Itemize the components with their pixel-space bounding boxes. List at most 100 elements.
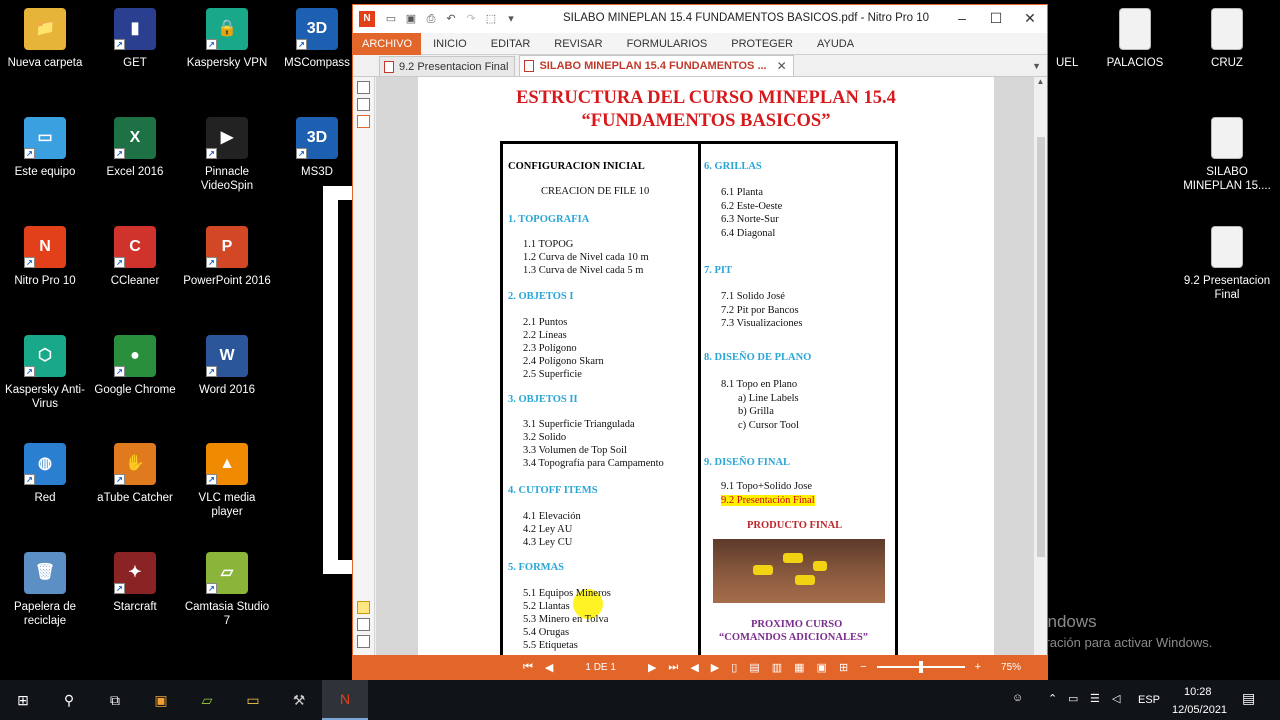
vertical-scrollbar[interactable]: ▲	[1034, 77, 1047, 655]
ribbon-tab-revisar[interactable]: REVISAR	[542, 33, 614, 55]
zoom-slider[interactable]	[876, 661, 965, 673]
desktop-icon[interactable]: 🔒 ↗ Kaspersky VPN	[182, 8, 272, 70]
ribbon-tab-formularios[interactable]: FORMULARIOS	[615, 33, 720, 55]
desktop-icon[interactable]: 3D ↗ MS3D	[272, 117, 362, 179]
people-icon[interactable]: ☺	[1012, 692, 1023, 704]
desktop-icon[interactable]: ⬡ ↗ Kaspersky Anti-Virus	[0, 335, 90, 411]
close-button[interactable]: ✕	[1013, 5, 1047, 33]
desktop-icon[interactable]: X ↗ Excel 2016	[90, 117, 180, 179]
fit-page-icon[interactable]: ▣	[817, 661, 827, 674]
ribbon-tab-editar[interactable]: EDITAR	[479, 33, 543, 55]
undo-icon[interactable]: ↶	[444, 13, 458, 25]
attachments-panel-icon[interactable]	[357, 618, 370, 631]
desktop-icon[interactable]: PALACIOS	[1090, 8, 1180, 70]
continuous-view-icon[interactable]: ▤	[749, 661, 759, 674]
single-page-icon[interactable]: ▯	[731, 661, 737, 674]
zoom-out-icon[interactable]: −	[860, 661, 866, 673]
tab-label: 9.2 Presentacion Final	[399, 60, 509, 73]
desktop-icon[interactable]: ✦ ↗ Starcraft	[90, 552, 180, 614]
desktop-icon[interactable]: ◍ ↗ Red	[0, 443, 90, 505]
scrollbar-thumb[interactable]	[1037, 137, 1045, 557]
facing-view-icon[interactable]: ▥	[772, 661, 782, 674]
shortcut-arrow-icon: ↗	[114, 474, 125, 485]
zoom-slider-thumb[interactable]	[918, 661, 923, 673]
page-indicator[interactable]: 1 DE 1	[585, 662, 616, 673]
ribbon-tab-ayuda[interactable]: AYUDA	[805, 33, 866, 55]
clock-date[interactable]: 12/05/2021	[1172, 704, 1227, 716]
clock-time[interactable]: 10:28	[1184, 686, 1212, 698]
notifications-icon[interactable]: ▤	[1242, 690, 1255, 707]
last-page-icon[interactable]: ⏭	[668, 661, 678, 674]
zoom-in-icon[interactable]: +	[975, 661, 981, 673]
ribbon-tab-archivo[interactable]: ARCHIVO	[353, 32, 422, 55]
desktop-icon[interactable]: P ↗ PowerPoint 2016	[182, 226, 272, 288]
nitro-window[interactable]: N ▭ ▣ ⎙ ↶ ↷ ⬚ ▾ SILABO MINEPLAN 15.4 FUN…	[352, 4, 1048, 680]
desktop-icon-label: Kaspersky Anti-Virus	[5, 384, 85, 410]
first-page-icon[interactable]: ⏮	[523, 661, 533, 674]
desktop-icon[interactable]: ● ↗ Google Chrome	[90, 335, 180, 397]
file-explorer-icon[interactable]: ▭	[230, 680, 276, 720]
battery-icon[interactable]: ▭	[1068, 692, 1078, 705]
desktop-icon[interactable]: 📁 Nueva carpeta	[0, 8, 90, 70]
open-icon[interactable]: ▭	[384, 13, 398, 25]
desktop-icon[interactable]: ▭ ↗ Este equipo	[0, 117, 90, 179]
desktop-icon[interactable]: N ↗ Nitro Pro 10	[0, 226, 90, 288]
desktop-icon[interactable]: 🗑 Papelera de reciclaje	[0, 552, 90, 628]
desktop-icon[interactable]: ▶ ↗ Pinnacle VideoSpin	[182, 117, 272, 193]
camtasia-taskbar-icon[interactable]: ▱	[184, 680, 230, 720]
desktop-icon[interactable]: ▲ ↗ VLC media player	[182, 443, 272, 519]
close-tab-icon[interactable]: ✕	[777, 56, 787, 76]
outline-item: 5.4 Orugas	[523, 627, 570, 638]
tabs-dropdown-icon[interactable]: ▼	[1032, 61, 1041, 71]
task-view-icon[interactable]: ⧉	[92, 680, 138, 720]
print-icon[interactable]: ⎙	[424, 13, 438, 25]
tab-silabo-mineplan[interactable]: SILABO MINEPLAN 15.4 FUNDAMENTOS ... ✕	[519, 55, 794, 76]
title-bar[interactable]: N ▭ ▣ ⎙ ↶ ↷ ⬚ ▾ SILABO MINEPLAN 15.4 FUN…	[353, 5, 1047, 33]
document-viewport[interactable]: ESTRUCTURA DEL CURSO MINEPLAN 15.4 “FUND…	[376, 77, 1036, 655]
zoom-level[interactable]: 75%	[1001, 662, 1021, 673]
start-button[interactable]: ⊞	[0, 680, 46, 720]
desktop-icon[interactable]: SILABO MINEPLAN 15....	[1182, 117, 1272, 193]
nitro-app-icon[interactable]: N	[359, 11, 375, 27]
desktop-icon[interactable]: ▮ ↗ GET	[90, 8, 180, 70]
pages-panel-icon[interactable]	[357, 81, 370, 94]
desktop-icon[interactable]: C ↗ CCleaner	[90, 226, 180, 288]
outline-item: 2.3 Polígono	[523, 343, 577, 354]
redo-icon[interactable]: ↷	[464, 13, 478, 25]
pinnacle-taskbar-icon[interactable]: ▣	[138, 680, 184, 720]
forward-view-icon[interactable]: ▶	[711, 661, 719, 674]
desktop-icon[interactable]: W ↗ Word 2016	[182, 335, 272, 397]
maximize-button[interactable]: ☐	[979, 5, 1013, 33]
desktop-icon-label: Este equipo	[14, 166, 76, 178]
save-icon[interactable]: ▣	[404, 13, 418, 25]
ribbon-tab-inicio[interactable]: INICIO	[421, 33, 479, 55]
output-panel-icon[interactable]	[357, 635, 370, 648]
language-indicator[interactable]: ESP	[1138, 694, 1160, 706]
back-view-icon[interactable]: ◀	[690, 661, 698, 674]
fit-width-icon[interactable]: ⊞	[839, 661, 848, 674]
tab-presentacion-final[interactable]: 9.2 Presentacion Final	[379, 56, 516, 76]
next-page-icon[interactable]: ▶	[648, 661, 656, 674]
comments-panel-icon[interactable]	[357, 601, 370, 614]
desktop-icon[interactable]: 3D ↗ MSCompass	[272, 8, 362, 70]
search-icon[interactable]: ⚲	[46, 680, 92, 720]
doc-title-line1: ESTRUCTURA DEL CURSO MINEPLAN 15.4	[516, 88, 896, 108]
facing-continuous-icon[interactable]: ▦	[794, 661, 804, 674]
mineplan-taskbar-icon[interactable]: ⚒	[276, 680, 322, 720]
desktop-icon[interactable]: CRUZ	[1182, 8, 1272, 70]
volume-icon[interactable]: ◁	[1112, 692, 1120, 705]
tray-overflow-icon[interactable]: ⌃	[1048, 692, 1057, 705]
prev-page-icon[interactable]: ◀	[545, 661, 553, 674]
desktop-icon[interactable]: ▱ ↗ Camtasia Studio 7	[182, 552, 272, 628]
desktop-icon[interactable]: 9.2 Presentacion Final	[1182, 226, 1272, 302]
search-panel-icon[interactable]	[357, 98, 370, 111]
minimize-button[interactable]: –	[945, 5, 979, 33]
network-icon[interactable]: ☰	[1090, 692, 1100, 705]
scroll-up-icon[interactable]: ▲	[1034, 77, 1047, 86]
bookmarks-panel-icon[interactable]	[357, 115, 370, 128]
ribbon-tab-proteger[interactable]: PROTEGER	[719, 33, 805, 55]
select-tool-icon[interactable]: ⬚	[484, 13, 498, 25]
desktop-icon[interactable]: ✋ ↗ aTube Catcher	[90, 443, 180, 505]
quick-access-dropdown-icon[interactable]: ▾	[504, 13, 518, 25]
nitro-taskbar-icon[interactable]: N	[322, 680, 368, 720]
